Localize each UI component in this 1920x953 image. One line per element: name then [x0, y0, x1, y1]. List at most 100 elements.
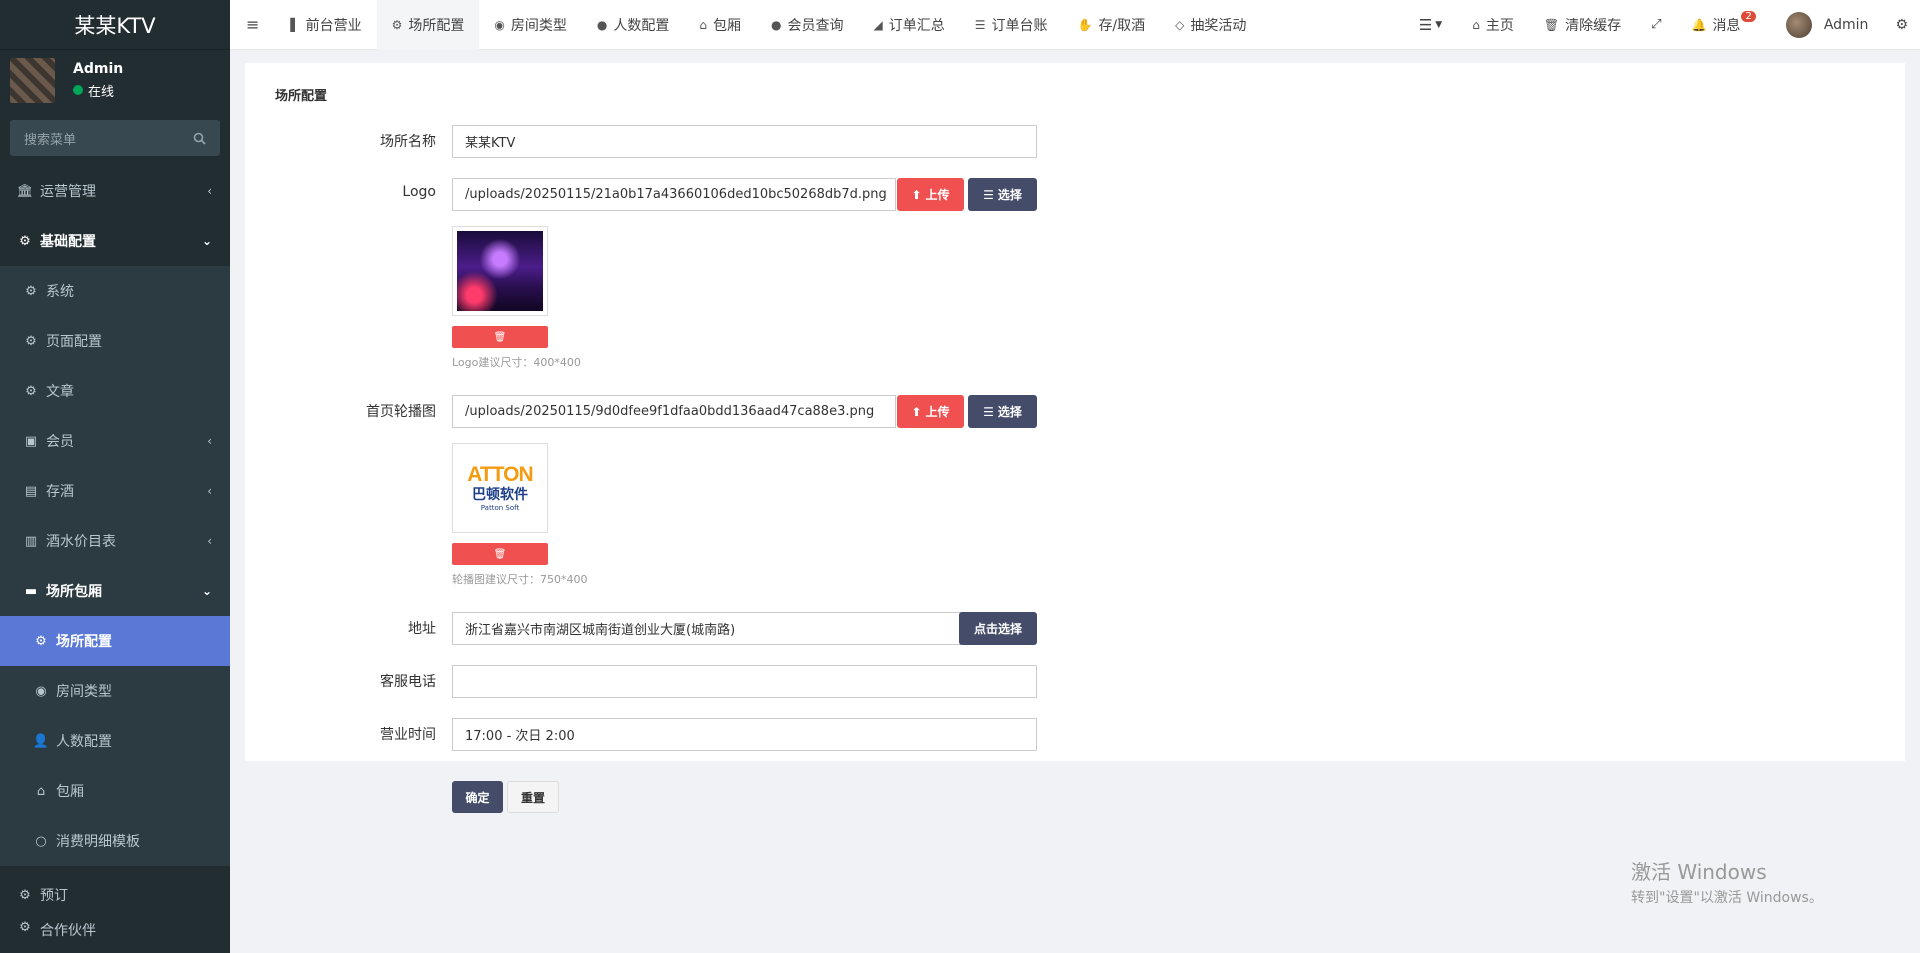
- upload-label: 上传: [925, 405, 950, 419]
- banner-upload-button[interactable]: ⬆ 上传: [897, 395, 964, 428]
- sidebar-item-people-config[interactable]: 👤 人数配置: [0, 716, 230, 766]
- sidebar-item-operations[interactable]: 🏛 运营管理 ‹: [0, 166, 230, 216]
- business-hours-field[interactable]: 17:00 - 次日 2:00: [452, 718, 1037, 751]
- reset-label: 重置: [520, 790, 545, 805]
- address-value: 浙江省嘉兴市南湖区城南街道创业大厦(城南路): [465, 623, 736, 638]
- gear-icon: ⚙: [25, 283, 37, 299]
- address-field[interactable]: 浙江省嘉兴市南湖区城南街道创业大厦(城南路): [452, 612, 965, 645]
- sidebar-toggle-button[interactable]: ≡: [230, 0, 275, 50]
- sidebar-item-basic-config[interactable]: ⚙ 基础配置 ⌄: [0, 216, 230, 266]
- banner-choose-button[interactable]: ☰ 选择: [968, 395, 1037, 428]
- app-logo[interactable]: 某某KTV: [0, 0, 230, 50]
- submit-label: 确定: [465, 790, 490, 805]
- tab-people-config[interactable]: ● 人数配置: [582, 0, 684, 50]
- reset-button[interactable]: 重置: [507, 781, 559, 813]
- tab-label: 订单汇总: [888, 17, 945, 34]
- search-input[interactable]: 搜索菜单: [10, 120, 220, 156]
- banner-cn-text: 巴顿软件: [472, 487, 528, 503]
- settings-button[interactable]: ⚙: [1883, 0, 1920, 50]
- logo-label: Logo: [402, 184, 436, 200]
- sidebar-item-system[interactable]: ⚙ 系统: [0, 266, 230, 316]
- windows-activation-watermark: 激活 Windows 转到"设置"以激活 Windows。: [1631, 856, 1823, 907]
- trash-icon: 🗑: [493, 331, 507, 343]
- sidebar-item-partners[interactable]: ⚙ 合作伙伴: [0, 920, 230, 950]
- sidebar-item-label: 页面配置: [46, 334, 102, 350]
- sidebar-item-rooms[interactable]: ⌂ 包厢: [0, 766, 230, 816]
- search-icon[interactable]: [193, 132, 206, 145]
- list-icon: ☰: [983, 404, 994, 419]
- venue-name-value: 某某KTV: [465, 136, 516, 151]
- user-menu[interactable]: Admin: [1771, 0, 1884, 50]
- banner-path-field[interactable]: /uploads/20250115/9d0dfee9f1dfaa0bdd136a…: [452, 395, 896, 428]
- logo-choose-button[interactable]: ☰ 选择: [968, 178, 1037, 211]
- sidebar-item-booking[interactable]: ⚙ 预订: [0, 870, 230, 920]
- upload-label: 上传: [925, 188, 950, 202]
- sidebar-item-venue-rooms[interactable]: ▬ 场所包厢 ⌄: [0, 566, 230, 616]
- online-dot-icon: [73, 85, 83, 95]
- tabs-dropdown-button[interactable]: ☰ ▼: [1404, 0, 1457, 50]
- sidebar-item-page-config[interactable]: ⚙ 页面配置: [0, 316, 230, 366]
- cogs-icon: ⚙: [19, 233, 31, 249]
- tab-order-ledger[interactable]: ☰ 订单台账: [960, 0, 1063, 50]
- submit-button[interactable]: 确定: [452, 781, 503, 813]
- user-status-text: 在线: [88, 84, 115, 100]
- cogs-icon: ⚙: [35, 633, 47, 649]
- home-link[interactable]: ⌂ 主页: [1457, 0, 1529, 50]
- clear-cache-button[interactable]: 🗑 清除缓存: [1529, 0, 1636, 50]
- tab-label: 人数配置: [613, 17, 670, 34]
- watermark-line2: 转到"设置"以激活 Windows。: [1631, 890, 1823, 906]
- expand-icon: ⤢: [1651, 17, 1662, 32]
- compass-icon: ◉: [35, 683, 47, 699]
- tab-label: 前台营业: [305, 17, 362, 34]
- sidebar-item-wine-storage[interactable]: ▤ 存酒 ‹: [0, 466, 230, 516]
- tab-member-query[interactable]: ● 会员查询: [756, 0, 858, 50]
- tab-label: 订单台账: [991, 17, 1048, 34]
- banner-path-value: /uploads/20250115/9d0dfee9f1dfaa0bdd136a…: [465, 404, 875, 419]
- venue-name-field[interactable]: 某某KTV: [452, 125, 1037, 158]
- caret-down-icon: ▼: [1435, 19, 1443, 30]
- banner-size-hint: 轮播图建议尺寸：750*400: [452, 573, 588, 586]
- user-name: Admin: [73, 60, 124, 77]
- chevron-left-icon: ‹: [207, 484, 212, 498]
- tab-rooms[interactable]: ⌂ 包厢: [684, 0, 756, 50]
- home-icon: ⌂: [36, 783, 46, 799]
- logo-path-field[interactable]: /uploads/20250115/21a0b17a43660106ded10b…: [452, 178, 896, 211]
- area-chart-icon: ◢: [873, 17, 883, 32]
- sidebar-item-consumption-template[interactable]: ○ 消费明细模板: [0, 816, 230, 866]
- tab-front-desk[interactable]: ▌ 前台营业: [275, 0, 376, 50]
- tab-label: 存/取酒: [1098, 17, 1146, 34]
- tab-wine-storage[interactable]: ✋ 存/取酒: [1062, 0, 1160, 50]
- tab-label: 场所配置: [408, 17, 465, 34]
- top-navbar: ≡ ▌ 前台营业 ⚙ 场所配置 ◉ 房间类型 ● 人数配置 ⌂ 包厢 ● 会员查询 ◢ 订单汇…: [230, 0, 1920, 50]
- cogs-icon: ⚙: [1895, 16, 1908, 33]
- book-icon: ▌: [290, 17, 300, 32]
- tab-venue-config[interactable]: ⚙ 场所配置: [376, 0, 480, 50]
- sidebar-item-member[interactable]: ▣ 会员 ‹: [0, 416, 230, 466]
- tab-order-summary[interactable]: ◢ 订单汇总: [858, 0, 959, 50]
- service-phone-field[interactable]: [452, 665, 1037, 698]
- user-icon: 👤: [32, 733, 50, 749]
- sidebar: 某某KTV Admin 在线 搜索菜单 🏛 运营管理 ‹ ⚙ 基础配置 ⌄ ⚙ …: [0, 0, 230, 953]
- sidebar-item-label: 包厢: [56, 784, 84, 800]
- fullscreen-button[interactable]: ⤢: [1636, 0, 1676, 50]
- archive-icon: ▤: [24, 483, 38, 499]
- banner-image: ATTON 巴顿软件 Patton Soft: [457, 448, 543, 528]
- chevron-left-icon: ‹: [207, 184, 212, 198]
- trash-icon: 🗑: [1543, 17, 1560, 32]
- sidebar-item-article[interactable]: ⚙ 文章: [0, 366, 230, 416]
- logo-upload-button[interactable]: ⬆ 上传: [897, 178, 964, 211]
- chevron-down-icon: ⌄: [201, 234, 212, 248]
- bottle-icon: ▥: [24, 533, 38, 549]
- sidebar-item-venue-config[interactable]: ⚙ 场所配置: [0, 616, 230, 666]
- sidebar-item-room-types[interactable]: ◉ 房间类型: [0, 666, 230, 716]
- address-choose-button[interactable]: 点击选择: [959, 612, 1037, 645]
- home-icon: ⌂: [1472, 17, 1480, 32]
- logo-delete-button[interactable]: 🗑: [452, 326, 548, 348]
- page-title: 场所配置: [275, 89, 328, 104]
- tab-room-types[interactable]: ◉ 房间类型: [479, 0, 581, 50]
- banner-delete-button[interactable]: 🗑: [452, 543, 548, 565]
- tab-lottery[interactable]: ◇ 抽奖活动: [1160, 0, 1261, 50]
- sidebar-item-label: 系统: [46, 284, 74, 300]
- sidebar-item-drink-prices[interactable]: ▥ 酒水价目表 ‹: [0, 516, 230, 566]
- messages-button[interactable]: 🔔 消息 2: [1676, 0, 1770, 50]
